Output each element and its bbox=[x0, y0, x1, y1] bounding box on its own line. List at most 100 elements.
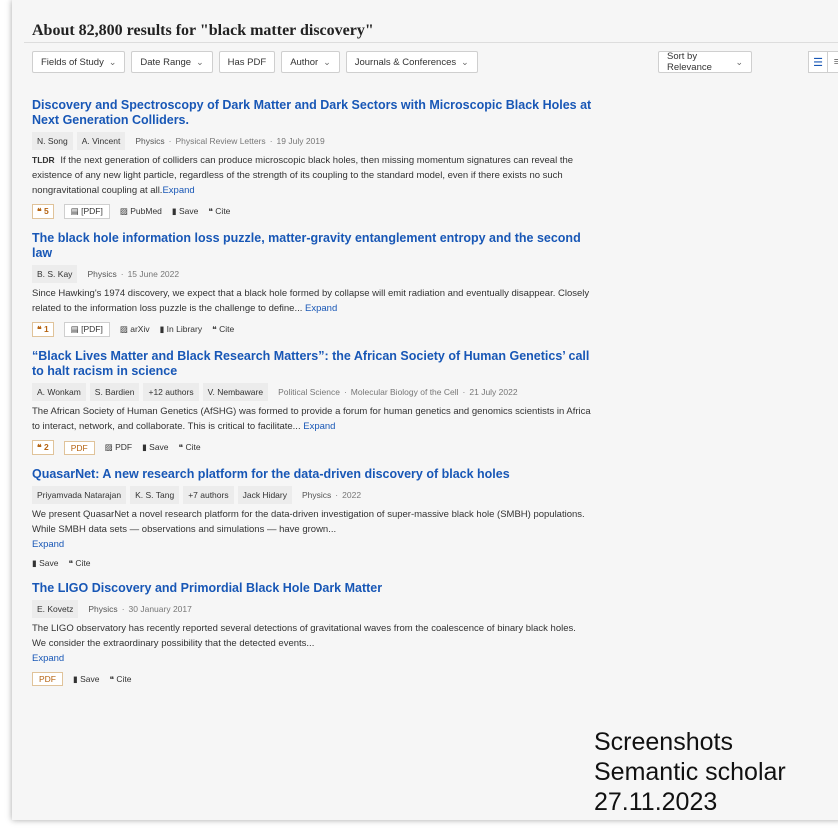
abstract: Since Hawking's 1974 discovery, we expec… bbox=[32, 286, 592, 316]
paper-actions: ❝ 5 ▤ [PDF] ▨ PubMed ▮ Save ❝ Cite bbox=[32, 204, 592, 219]
dot-separator: · bbox=[462, 387, 466, 397]
document-icon: ▨ bbox=[119, 324, 128, 334]
quote-icon: ❝ bbox=[37, 206, 42, 216]
save-button[interactable]: ▮ Save bbox=[142, 442, 168, 453]
dot-separator: · bbox=[121, 604, 125, 614]
caption-line: 27.11.2023 bbox=[594, 788, 718, 816]
author-link[interactable]: N. Song bbox=[32, 132, 73, 150]
source-label: PubMed bbox=[130, 206, 162, 216]
abstract-text: We present QuasarNet a novel research pl… bbox=[32, 509, 585, 535]
abstract: The LIGO observatory has recently report… bbox=[32, 621, 592, 666]
compact-view-icon[interactable]: ≡ bbox=[827, 51, 838, 73]
author-link[interactable]: V. Nembaware bbox=[202, 383, 269, 401]
paper-title-link[interactable]: The black hole information loss puzzle, … bbox=[32, 231, 592, 261]
more-authors-link[interactable]: +7 authors bbox=[183, 486, 234, 504]
chevron-down-icon: ⌄ bbox=[461, 56, 469, 67]
citation-count: 2 bbox=[43, 442, 49, 452]
quote-icon: ❝ bbox=[68, 558, 74, 568]
pdf-label: [PDF] bbox=[81, 206, 103, 216]
save-label: Save bbox=[178, 206, 199, 216]
filter-has-pdf[interactable]: Has PDF bbox=[218, 51, 276, 73]
expand-link[interactable]: Expand bbox=[303, 421, 335, 432]
expand-link[interactable]: Expand bbox=[162, 185, 194, 196]
cite-label: Cite bbox=[185, 442, 201, 452]
sort-select[interactable]: Sort by Relevance ⌄ bbox=[658, 51, 752, 73]
bookmark-icon: ▮ bbox=[159, 324, 165, 334]
search-results-window: About 82,800 results for "black matter d… bbox=[12, 0, 838, 820]
save-label: Save bbox=[39, 558, 59, 568]
pdf-button[interactable]: ▤ [PDF] bbox=[63, 322, 110, 337]
filter-date-range[interactable]: Date Range ⌄ bbox=[131, 51, 213, 73]
save-button[interactable]: ▮ Save bbox=[32, 558, 58, 569]
field-of-study: Physics bbox=[302, 490, 332, 500]
results-list: Discovery and Spectroscopy of Dark Matte… bbox=[32, 98, 592, 698]
paper-meta: N. Song A. Vincent Physics · Physical Re… bbox=[32, 132, 592, 150]
chevron-down-icon: ⌄ bbox=[735, 56, 743, 67]
divider bbox=[24, 42, 838, 43]
citation-count-button[interactable]: ❝ 2 bbox=[32, 440, 54, 455]
source-link[interactable]: ▨ arXiv bbox=[120, 324, 150, 335]
save-button[interactable]: ▮ In Library bbox=[160, 324, 203, 335]
abstract: We present QuasarNet a novel research pl… bbox=[32, 507, 592, 552]
filter-label: Journals & Conferences bbox=[354, 56, 457, 68]
results-count-title: About 82,800 results for "black matter d… bbox=[32, 22, 374, 39]
filter-bar: Fields of Study ⌄ Date Range ⌄ Has PDF A… bbox=[32, 51, 478, 73]
cite-button[interactable]: ❝ Cite bbox=[179, 442, 201, 453]
filter-fields-of-study[interactable]: Fields of Study ⌄ bbox=[32, 51, 126, 73]
more-authors-link[interactable]: +12 authors bbox=[143, 383, 199, 401]
search-result: The black hole information loss puzzle, … bbox=[32, 231, 592, 337]
save-label: Save bbox=[80, 673, 100, 684]
field-of-study: Physics bbox=[87, 269, 117, 279]
dot-separator: · bbox=[269, 136, 273, 146]
paper-title-link[interactable]: Discovery and Spectroscopy of Dark Matte… bbox=[32, 98, 592, 128]
list-view-icon[interactable]: ☰ bbox=[808, 51, 828, 73]
cite-button[interactable]: ❝ Cite bbox=[208, 206, 230, 217]
author-link[interactable]: B. S. Kay bbox=[32, 265, 78, 283]
expand-link[interactable]: Expand bbox=[32, 539, 64, 550]
source-link[interactable]: ▨ PDF bbox=[105, 442, 132, 453]
cite-label: Cite bbox=[219, 324, 235, 334]
author-link[interactable]: A. Vincent bbox=[76, 132, 126, 150]
paper-title-link[interactable]: The LIGO Discovery and Primordial Black … bbox=[32, 581, 592, 596]
author-link[interactable]: Priyamvada Natarajan bbox=[32, 486, 127, 504]
paper-title-link[interactable]: “Black Lives Matter and Black Research M… bbox=[32, 349, 592, 379]
quote-icon: ❝ bbox=[37, 442, 42, 452]
author-link[interactable]: K. S. Tang bbox=[130, 486, 180, 504]
dot-separator: · bbox=[335, 490, 339, 500]
paper-title-link[interactable]: QuasarNet: A new research platform for t… bbox=[32, 467, 592, 482]
citation-count-button[interactable]: ❝ 1 bbox=[32, 322, 54, 337]
bookmark-icon: ▮ bbox=[142, 442, 147, 452]
paper-actions: ▮ Save ❝ Cite bbox=[32, 558, 592, 569]
filter-author[interactable]: Author ⌄ bbox=[281, 51, 340, 73]
search-result: Discovery and Spectroscopy of Dark Matte… bbox=[32, 98, 592, 219]
cite-button[interactable]: ❝ Cite bbox=[212, 324, 234, 335]
author-link[interactable]: E. Kovetz bbox=[32, 600, 79, 618]
dot-separator: · bbox=[343, 387, 347, 397]
source-link[interactable]: ▨ PubMed bbox=[120, 206, 162, 217]
cite-button[interactable]: ❝ Cite bbox=[109, 674, 131, 685]
expand-link[interactable]: Expand bbox=[305, 303, 337, 314]
citation-count-button[interactable]: ❝ 5 bbox=[32, 204, 54, 219]
paper-meta: Priyamvada Natarajan K. S. Tang +7 autho… bbox=[32, 486, 592, 504]
filter-journals-conferences[interactable]: Journals & Conferences ⌄ bbox=[345, 51, 478, 73]
author-link[interactable]: A. Wonkam bbox=[32, 383, 86, 401]
filter-label: Date Range bbox=[140, 56, 192, 68]
author-link[interactable]: Jack Hidary bbox=[237, 486, 292, 504]
publication-date: 2022 bbox=[342, 490, 362, 500]
save-label: Save bbox=[149, 442, 169, 452]
pdf-button[interactable]: ▤ [PDF] bbox=[63, 204, 110, 219]
chevron-down-icon: ⌄ bbox=[323, 56, 331, 67]
bookmark-icon: ▮ bbox=[73, 673, 78, 684]
publication-date: 15 June 2022 bbox=[127, 269, 180, 279]
save-button[interactable]: ▮ Save bbox=[172, 206, 198, 217]
author-link[interactable]: S. Bardien bbox=[89, 383, 140, 401]
quote-icon: ❝ bbox=[109, 673, 115, 684]
cite-button[interactable]: ❝ Cite bbox=[68, 558, 90, 569]
save-button[interactable]: ▮ Save bbox=[73, 674, 99, 685]
quote-icon: ❝ bbox=[208, 206, 213, 216]
paper-meta: E. Kovetz Physics · 30 January 2017 bbox=[32, 600, 592, 618]
pdf-button[interactable]: PDF bbox=[32, 672, 63, 686]
expand-link[interactable]: Expand bbox=[32, 653, 64, 664]
pdf-button[interactable]: PDF bbox=[63, 440, 95, 455]
citation-count: 1 bbox=[43, 324, 49, 334]
